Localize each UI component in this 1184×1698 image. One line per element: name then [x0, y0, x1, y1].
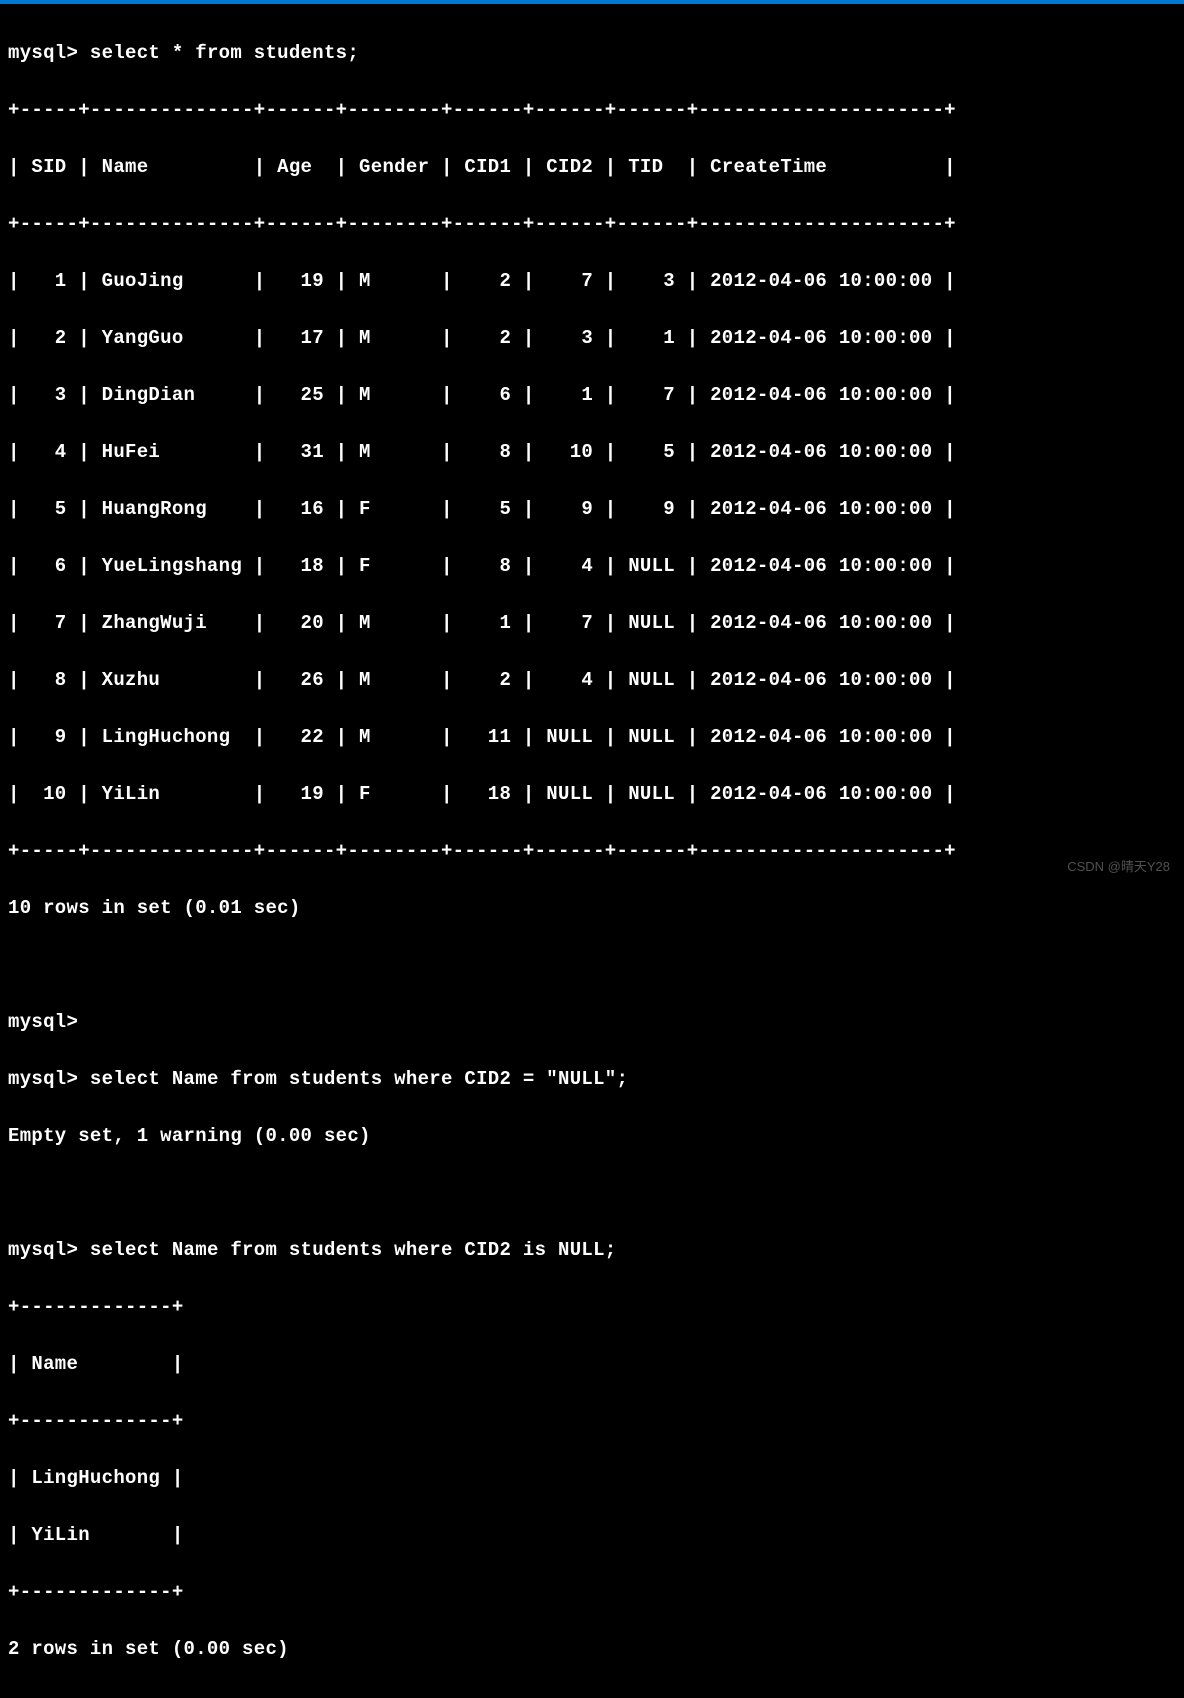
- table-row: | 6 | YueLingshang | 18 | F | 8 | 4 | NU…: [8, 552, 1176, 581]
- query-line-1: mysql> select * from students;: [8, 39, 1176, 68]
- blank-line: [8, 1179, 1176, 1208]
- query-line-2: mysql> select Name from students where C…: [8, 1065, 1176, 1094]
- table-row: | 10 | YiLin | 19 | F | 18 | NULL | NULL…: [8, 780, 1176, 809]
- mysql-prompt: mysql>: [8, 1068, 90, 1090]
- table-border: +-----+--------------+------+--------+--…: [8, 837, 1176, 866]
- table-row: | 9 | LingHuchong | 22 | M | 11 | NULL |…: [8, 723, 1176, 752]
- table-row: | YiLin |: [8, 1521, 1176, 1550]
- query-line-3: mysql> select Name from students where C…: [8, 1236, 1176, 1265]
- table-border: +-------------+: [8, 1407, 1176, 1436]
- table-row: | 1 | GuoJing | 19 | M | 2 | 7 | 3 | 201…: [8, 267, 1176, 296]
- result-status: 2 rows in set (0.00 sec): [8, 1635, 1176, 1664]
- table-header: | SID | Name | Age | Gender | CID1 | CID…: [8, 153, 1176, 182]
- sql-statement: select Name from students where CID2 = "…: [90, 1068, 628, 1090]
- table-border: +-------------+: [8, 1578, 1176, 1607]
- mysql-prompt: mysql>: [8, 42, 90, 64]
- result-status: Empty set, 1 warning (0.00 sec): [8, 1122, 1176, 1151]
- table-border: +-----+--------------+------+--------+--…: [8, 96, 1176, 125]
- mysql-prompt-empty: mysql>: [8, 1008, 1176, 1037]
- terminal-output[interactable]: mysql> select * from students; +-----+--…: [0, 4, 1184, 1698]
- table-border: +-------------+: [8, 1293, 1176, 1322]
- result-status: 10 rows in set (0.01 sec): [8, 894, 1176, 923]
- table-row: | 4 | HuFei | 31 | M | 8 | 10 | 5 | 2012…: [8, 438, 1176, 467]
- table-row: | LingHuchong |: [8, 1464, 1176, 1493]
- sql-statement: select Name from students where CID2 is …: [90, 1239, 617, 1261]
- table-row: | 3 | DingDian | 25 | M | 6 | 1 | 7 | 20…: [8, 381, 1176, 410]
- table-row: | 7 | ZhangWuji | 20 | M | 1 | 7 | NULL …: [8, 609, 1176, 638]
- table-border: +-----+--------------+------+--------+--…: [8, 210, 1176, 239]
- table-row: | 8 | Xuzhu | 26 | M | 2 | 4 | NULL | 20…: [8, 666, 1176, 695]
- table-row: | 2 | YangGuo | 17 | M | 2 | 3 | 1 | 201…: [8, 324, 1176, 353]
- table-row: | 5 | HuangRong | 16 | F | 5 | 9 | 9 | 2…: [8, 495, 1176, 524]
- table-header: | Name |: [8, 1350, 1176, 1379]
- blank-line: [8, 951, 1176, 980]
- sql-statement: select * from students;: [90, 42, 359, 64]
- watermark-text: CSDN @晴天Y28: [1067, 857, 1170, 877]
- mysql-prompt: mysql>: [8, 1239, 90, 1261]
